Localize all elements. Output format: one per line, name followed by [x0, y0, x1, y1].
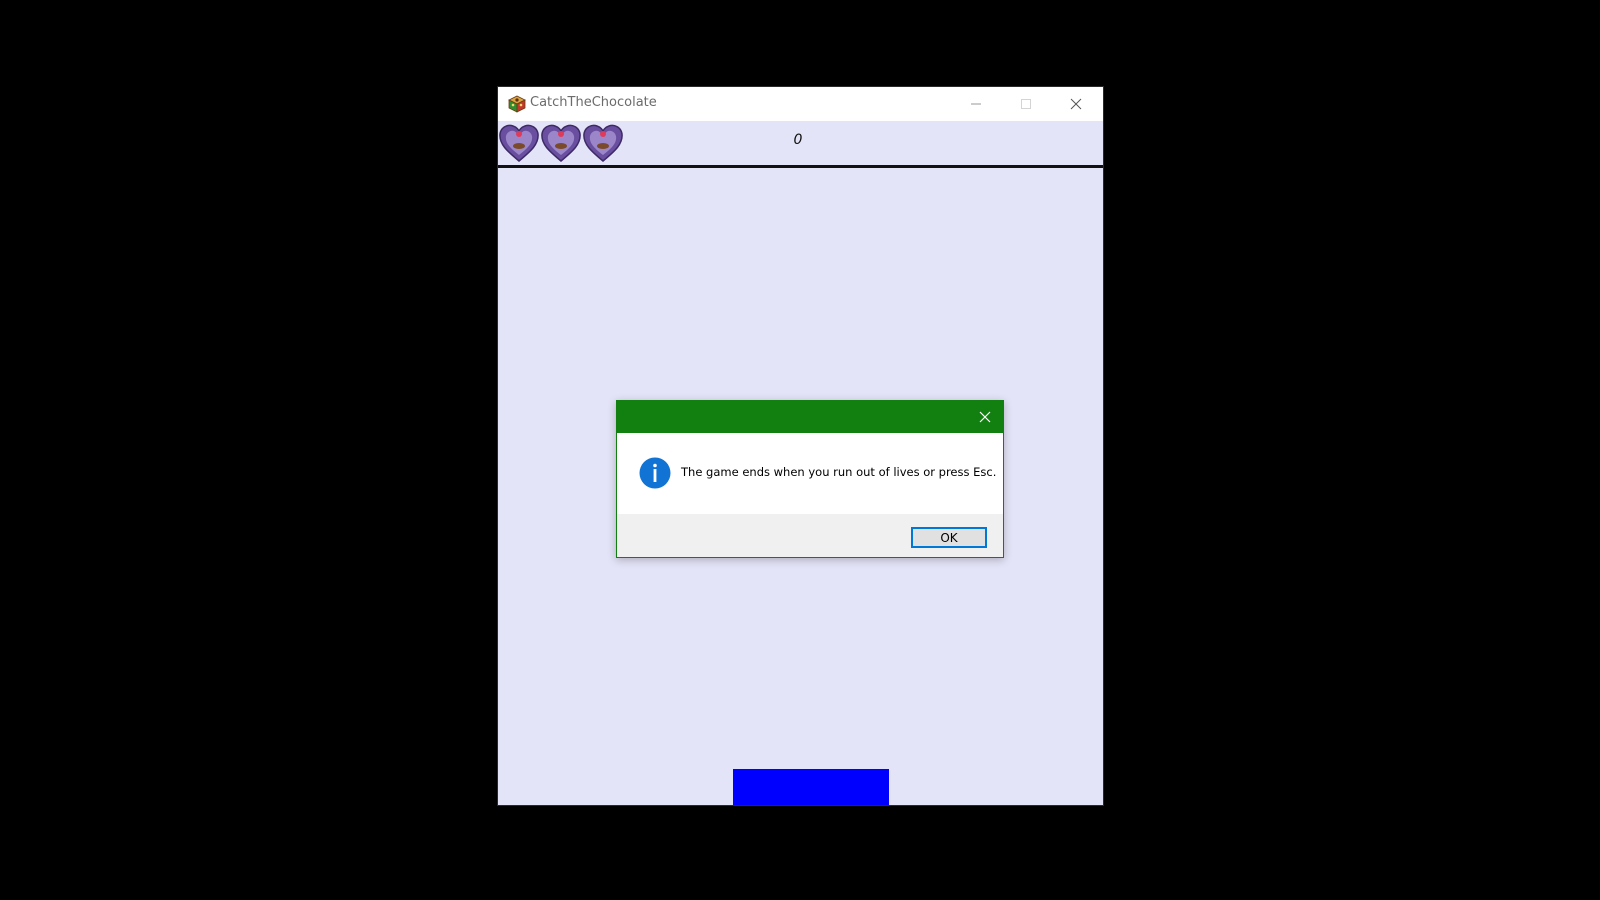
life-heart-icon — [540, 122, 582, 164]
maximize-icon — [1020, 95, 1032, 114]
ok-button[interactable]: OK — [911, 527, 987, 548]
dialog-close-button[interactable] — [967, 401, 1003, 433]
dialog-body: The game ends when you run out of lives … — [617, 433, 1003, 514]
dialog-titlebar[interactable] — [617, 401, 1003, 433]
desktop-screen: CatchTheChocolate 0 The game ends when y… — [0, 0, 1600, 900]
life-heart-icon — [582, 122, 624, 164]
minimize-icon — [970, 95, 982, 114]
score-counter: 0 — [793, 132, 803, 148]
info-dialog: The game ends when you run out of lives … — [616, 400, 1004, 558]
window-title: CatchTheChocolate — [530, 95, 657, 110]
window-titlebar[interactable]: CatchTheChocolate — [498, 87, 1103, 121]
dialog-message: The game ends when you run out of lives … — [681, 465, 997, 479]
info-icon — [639, 457, 671, 489]
close-icon — [979, 408, 991, 427]
close-button[interactable] — [1053, 87, 1099, 121]
minimize-button[interactable] — [953, 87, 999, 121]
hud-bar: 0 — [498, 121, 1103, 165]
player-paddle[interactable] — [733, 769, 889, 805]
life-heart-icon — [498, 122, 540, 164]
close-icon — [1070, 95, 1082, 114]
maximize-button[interactable] — [1003, 87, 1049, 121]
chocolate-box-icon — [508, 95, 526, 113]
dialog-footer: OK — [617, 514, 1003, 557]
